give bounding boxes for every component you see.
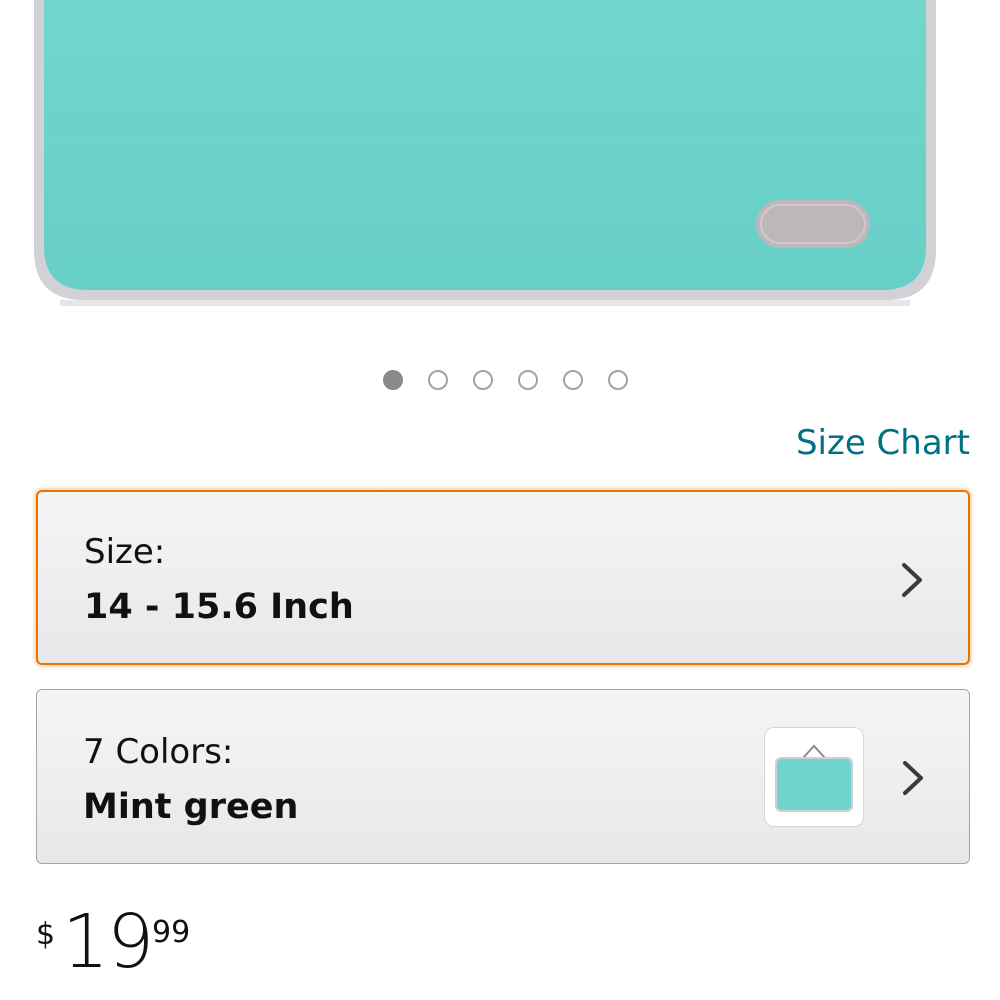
carousel-dot[interactable]: [472, 370, 493, 390]
product-detail-page: Size Chart Size: 14 - 15.6 Inch 7 Colors…: [0, 0, 1000, 1000]
carousel-dot[interactable]: [607, 370, 628, 390]
color-selector[interactable]: 7 Colors: Mint green: [36, 689, 970, 864]
product-image[interactable]: [0, 0, 1000, 330]
price-whole: 19: [62, 899, 154, 985]
chevron-right-icon: [903, 761, 923, 795]
price-fraction: 99: [152, 915, 191, 950]
color-swatch-thumbnail: [764, 727, 864, 827]
image-carousel-dots: [0, 370, 1000, 390]
mint-sleeve-thumbnail: [775, 744, 853, 812]
color-label: 7 Colors:: [83, 732, 234, 772]
size-value: 14 - 15.6 Inch: [84, 587, 354, 627]
laptop-sleeve-photo: [34, 0, 936, 306]
carousel-dot[interactable]: [562, 370, 583, 390]
size-label: Size:: [84, 532, 166, 572]
chevron-right-icon: [902, 563, 922, 597]
size-chart-link[interactable]: Size Chart: [796, 423, 970, 463]
size-selector[interactable]: Size: 14 - 15.6 Inch: [36, 490, 970, 665]
carousel-dot[interactable]: [427, 370, 448, 390]
price-currency-symbol: $: [36, 917, 56, 952]
carousel-dot[interactable]: [517, 370, 538, 390]
color-value: Mint green: [83, 787, 299, 827]
carousel-dot[interactable]: [382, 370, 403, 390]
